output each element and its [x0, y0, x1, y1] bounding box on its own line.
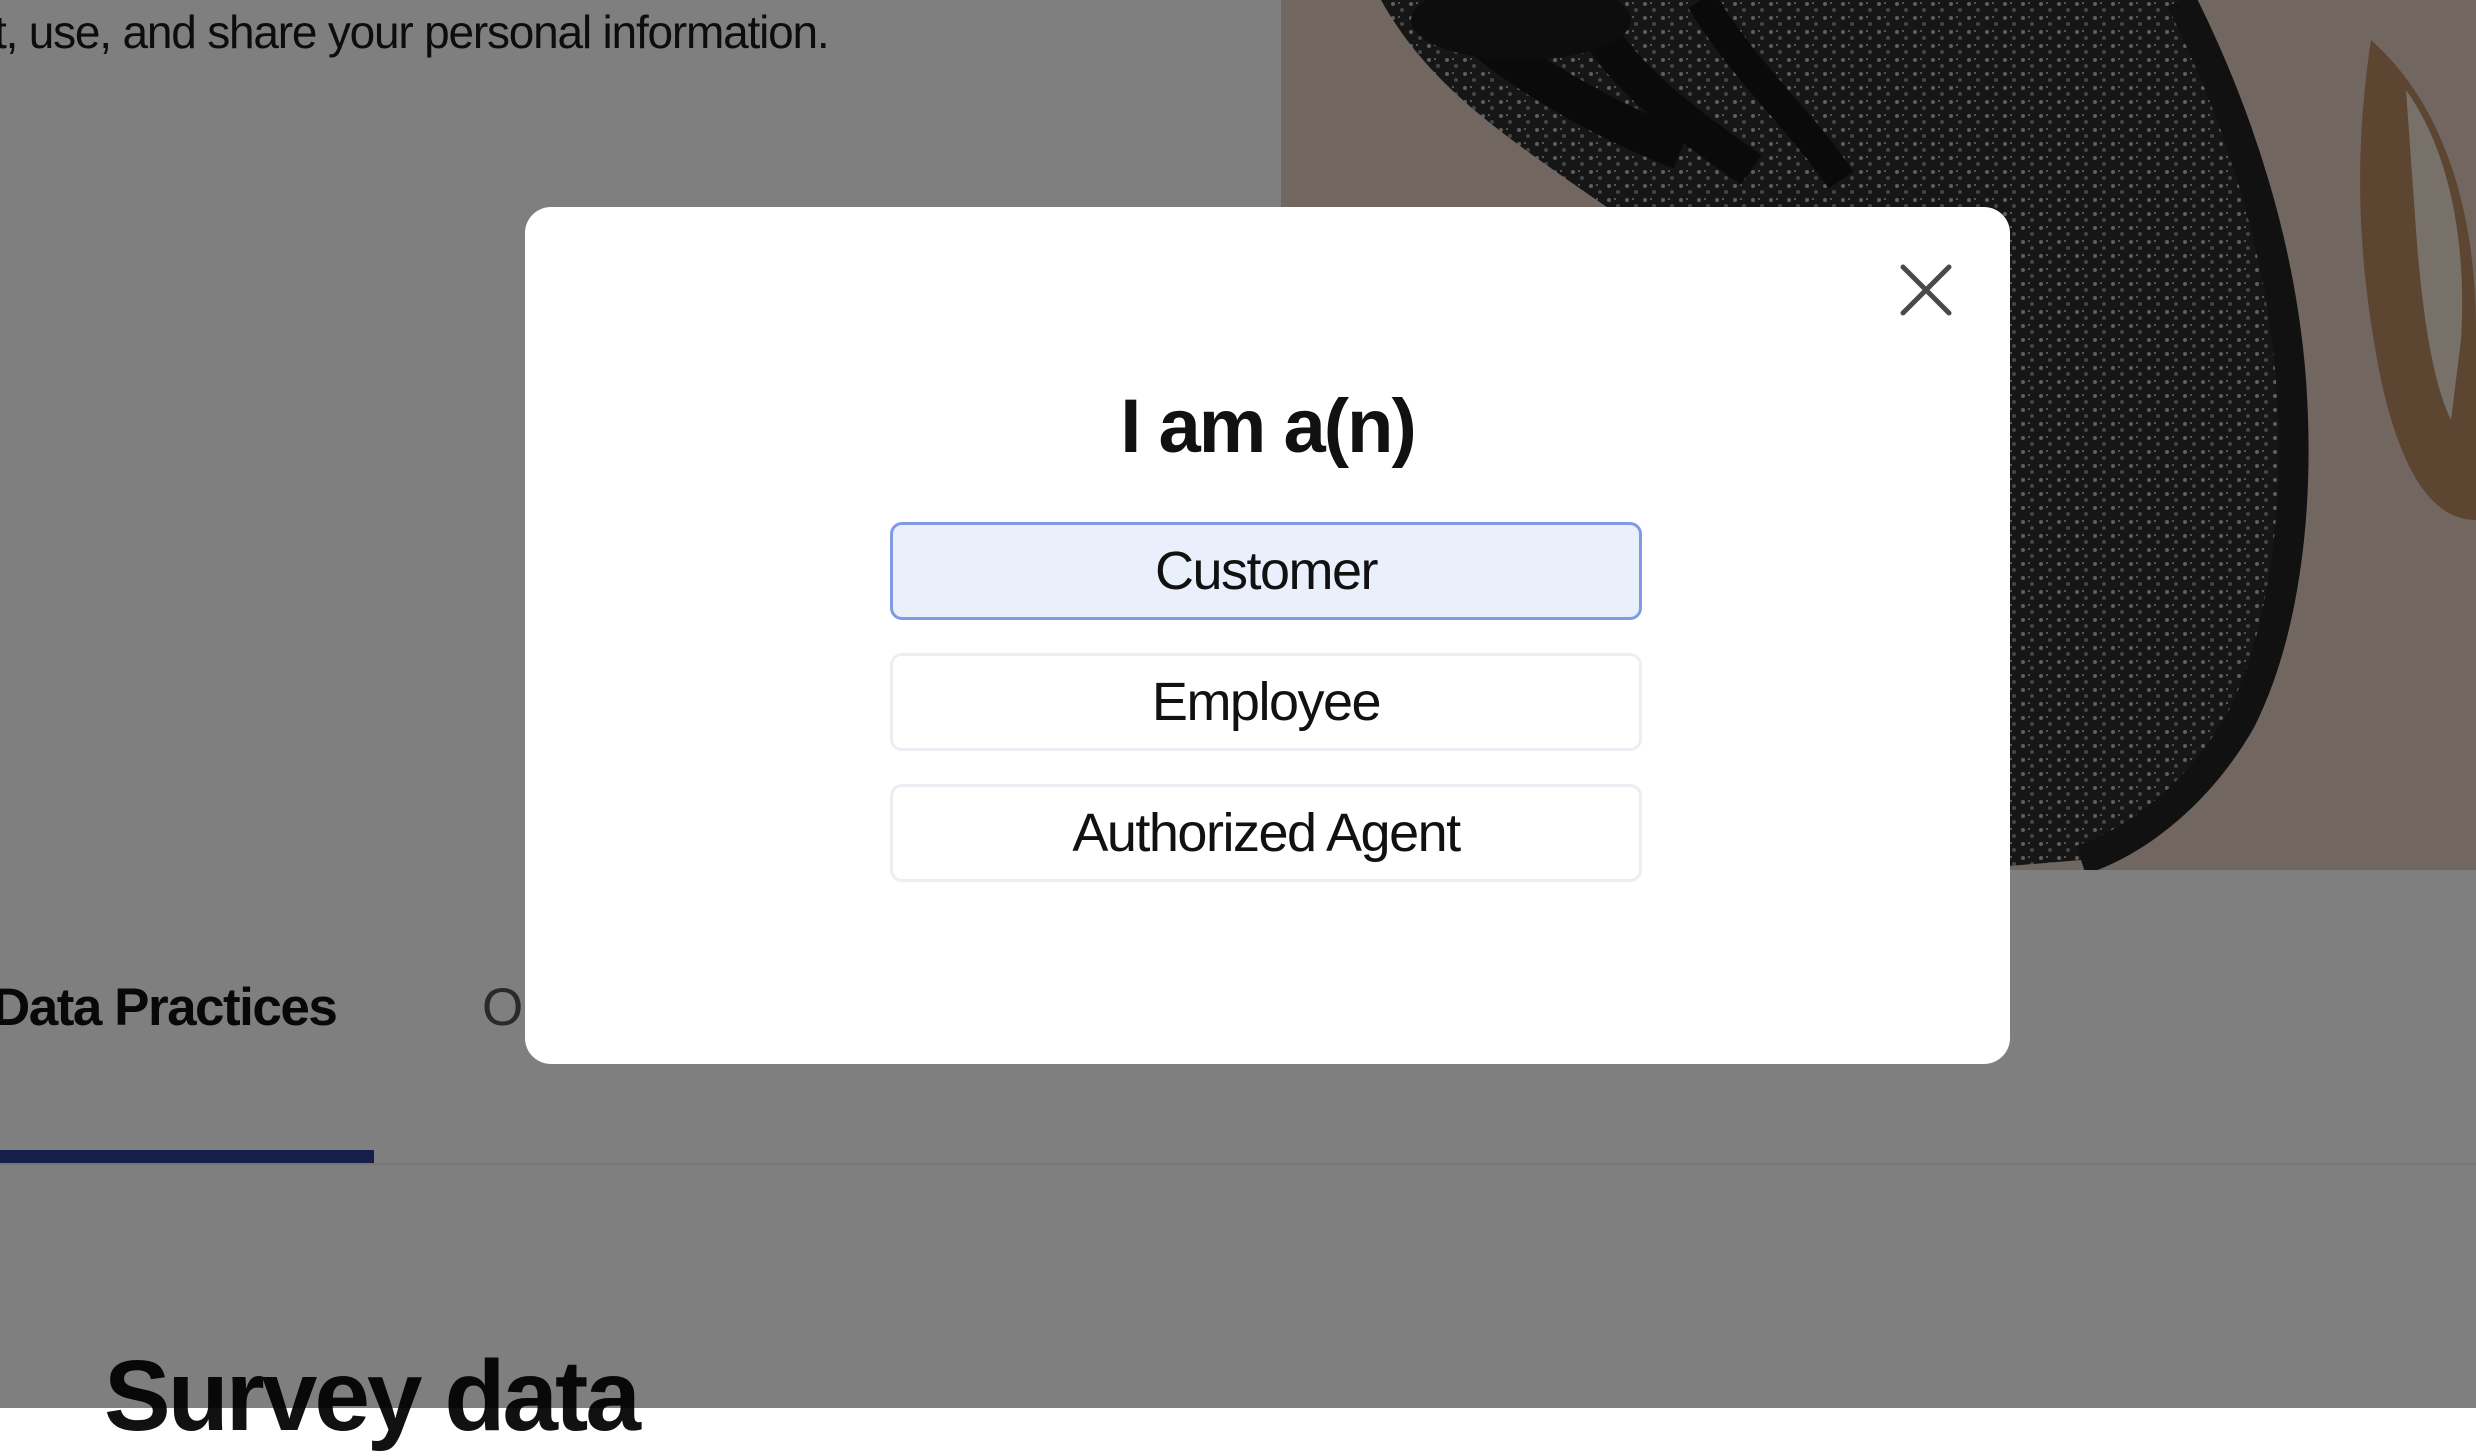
role-option-customer[interactable]: Customer [890, 522, 1642, 620]
role-option-employee[interactable]: Employee [890, 653, 1642, 751]
close-button[interactable] [1895, 259, 1957, 321]
role-selection-dialog: I am a(n) Customer Employee Authorized A… [525, 207, 2010, 1064]
dialog-title: I am a(n) [1120, 384, 1417, 469]
role-option-authorized-agent[interactable]: Authorized Agent [890, 784, 1642, 882]
close-icon [1900, 264, 1952, 316]
